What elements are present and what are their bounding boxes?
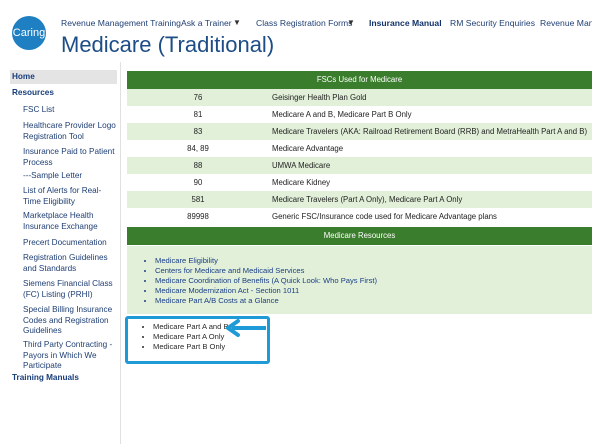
- resource-link[interactable]: Medicare Eligibility: [155, 256, 377, 266]
- table-row: 83 Medicare Travelers (AKA: Railroad Ret…: [127, 123, 592, 140]
- table-row: 581 Medicare Travelers (Part A Only), Me…: [127, 191, 592, 208]
- medicare-parts-list: Medicare Part A and B Medicare Part A On…: [141, 322, 229, 352]
- fsc-desc: Geisinger Health Plan Gold: [272, 93, 367, 102]
- fsc-code: 90: [193, 178, 203, 187]
- sidebar-item-alerts[interactable]: List of Alerts for Real-Time Eligibility: [23, 186, 116, 207]
- fsc-desc: Generic FSC/Insurance code used for Medi…: [272, 212, 497, 221]
- resources-box: Medicare Eligibility Centers for Medicar…: [127, 246, 592, 314]
- sidebar-item-third-party[interactable]: Third Party Contracting - Payors in Whic…: [23, 340, 116, 372]
- caring-logo[interactable]: Caring: [12, 16, 46, 50]
- fsc-desc: Medicare Advantage: [272, 144, 344, 153]
- resource-link[interactable]: Medicare Coordination of Benefits (A Qui…: [155, 276, 377, 286]
- chevron-down-icon[interactable]: ▼: [233, 18, 241, 27]
- nav-revenue-manag[interactable]: Revenue Manag: [540, 18, 592, 28]
- sidebar-item-fsc-list[interactable]: FSC List: [23, 105, 116, 116]
- table-row: 88 UMWA Medicare: [127, 157, 592, 174]
- nav-ask-trainer[interactable]: Ask a Trainer: [181, 18, 232, 28]
- resource-link[interactable]: Centers for Medicare and Medicaid Servic…: [155, 266, 377, 276]
- sidebar-item-logo-registration[interactable]: Healthcare Provider Logo Registration To…: [23, 121, 116, 142]
- sidebar-item-precert[interactable]: Precert Documentation: [23, 238, 116, 249]
- list-item[interactable]: Medicare Part B Only: [153, 342, 229, 352]
- fsc-desc: Medicare A and B, Medicare Part B Only: [272, 110, 412, 119]
- sidebar-item-special-billing[interactable]: Special Billing Insurance Codes and Regi…: [23, 305, 116, 337]
- sidebar-item-training-manuals[interactable]: Training Manuals: [12, 373, 79, 382]
- fsc-code: 89998: [187, 212, 209, 221]
- list-item[interactable]: Medicare Part A Only: [153, 332, 229, 342]
- fsc-code: 84, 89: [187, 144, 209, 153]
- sidebar-item-registration-guidelines[interactable]: Registration Guidelines and Standards: [23, 253, 116, 274]
- nav-insurance-manual[interactable]: Insurance Manual: [369, 18, 442, 28]
- resources-header: Medicare Resources: [127, 227, 592, 245]
- sidebar-item-home[interactable]: Home: [10, 70, 117, 84]
- nav-rm-security[interactable]: RM Security Enquiries: [450, 18, 535, 28]
- chevron-down-icon[interactable]: ▼: [347, 18, 355, 27]
- divider: [120, 62, 121, 444]
- top-bar: Caring Revenue Management Training Ask a…: [0, 0, 592, 62]
- table-row: 81 Medicare A and B, Medicare Part B Onl…: [127, 106, 592, 123]
- page-title: Medicare (Traditional): [61, 32, 275, 57]
- fsc-desc: Medicare Travelers (Part A Only), Medica…: [272, 195, 463, 204]
- fsc-code: 81: [193, 110, 203, 119]
- sidebar-item-siemens[interactable]: Siemens Financial Class (FC) Listing (PR…: [23, 279, 116, 300]
- nav-revenue-training[interactable]: Revenue Management Training: [61, 18, 181, 28]
- arrow-left-icon: [226, 319, 266, 337]
- resources-list: Medicare Eligibility Centers for Medicar…: [145, 256, 377, 306]
- table-row: 84, 89 Medicare Advantage: [127, 140, 592, 157]
- sidebar-item-sample-letter[interactable]: ---Sample Letter: [23, 171, 116, 182]
- list-item[interactable]: Medicare Part A and B: [153, 322, 229, 332]
- fsc-table-header: FSCs Used for Medicare: [127, 71, 592, 89]
- nav-class-registration[interactable]: Class Registration Forms: [256, 18, 352, 28]
- fsc-desc: UMWA Medicare: [272, 161, 331, 170]
- fsc-code: 76: [193, 93, 203, 102]
- fsc-desc: Medicare Kidney: [272, 178, 331, 187]
- sidebar-item-resources[interactable]: Resources: [12, 88, 54, 97]
- resource-link[interactable]: Medicare Modernization Act - Section 101…: [155, 286, 377, 296]
- fsc-code: 83: [193, 127, 203, 136]
- resource-link[interactable]: Medicare Part A/B Costs at a Glance: [155, 296, 377, 306]
- fsc-code: 581: [191, 195, 205, 204]
- sidebar-item-marketplace[interactable]: Marketplace Health Insurance Exchange: [23, 211, 116, 232]
- table-row: 89998 Generic FSC/Insurance code used fo…: [127, 208, 592, 225]
- fsc-code: 88: [193, 161, 203, 170]
- table-row: 90 Medicare Kidney: [127, 174, 592, 191]
- sidebar-item-insurance-paid[interactable]: Insurance Paid to Patient Process: [23, 147, 116, 168]
- fsc-desc: Medicare Travelers (AKA: Railroad Retire…: [272, 127, 588, 136]
- table-row: 76 Geisinger Health Plan Gold: [127, 89, 592, 106]
